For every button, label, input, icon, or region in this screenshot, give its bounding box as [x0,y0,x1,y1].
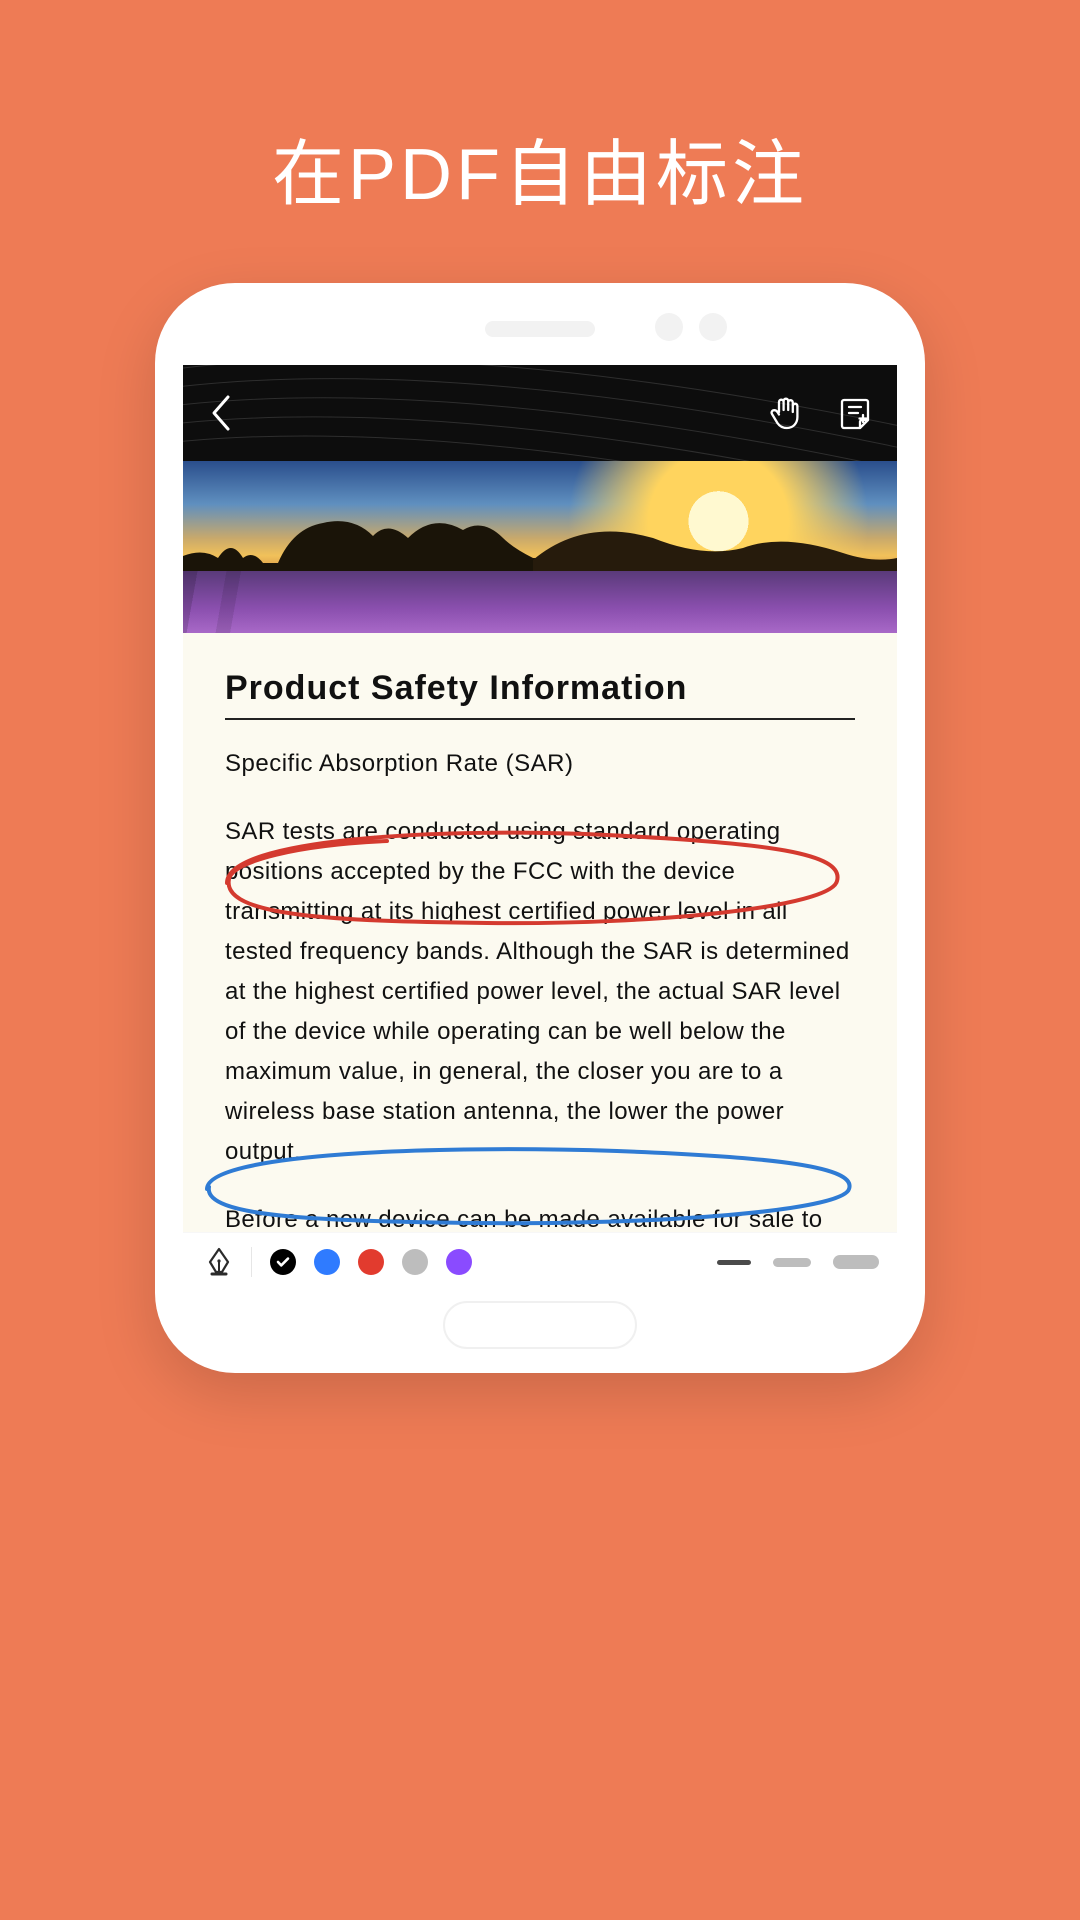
stroke-thin[interactable] [717,1260,751,1265]
poster-background: 在PDF自由标注 [0,0,1080,1920]
hero-tree-silhouettes [183,508,897,578]
check-icon [275,1254,291,1270]
hand-pointing-icon [768,395,802,431]
chevron-left-icon [208,393,234,433]
app-header [183,365,897,461]
document-subtitle: Specific Absorption Rate (SAR) [225,744,855,784]
color-swatch-blue[interactable] [314,1249,340,1275]
annotation-toolbar [183,1232,897,1291]
stroke-medium[interactable] [773,1258,811,1267]
toolbar-divider [251,1247,252,1277]
phone-speaker-slot [485,321,595,337]
fountain-pen-icon [205,1247,233,1277]
document-page[interactable]: Product Safety Information Specific Abso… [183,633,897,1279]
stroke-width-options [717,1255,879,1269]
document-title: Product Safety Information [225,669,855,708]
color-swatch-black[interactable] [270,1249,296,1275]
poster-title: 在PDF自由标注 [0,115,1080,220]
phone-mockup: Product Safety Information Specific Abso… [155,283,925,1373]
app-screen: Product Safety Information Specific Abso… [183,365,897,1291]
document-paragraph-1: SAR tests are conducted using standard o… [225,812,855,1172]
color-swatch-red[interactable] [358,1249,384,1275]
pen-tool-button[interactable] [201,1244,237,1280]
phone-sensor-dot [699,313,727,341]
color-swatches [270,1249,472,1275]
phone-home-button [443,1301,637,1349]
add-note-button[interactable] [825,365,885,461]
phone-camera-dot [655,313,683,341]
color-swatch-purple[interactable] [446,1249,472,1275]
stroke-thick[interactable] [833,1255,879,1269]
document-hero-image [183,461,897,633]
note-add-icon [838,395,872,431]
back-button[interactable] [191,365,251,461]
color-swatch-grey[interactable] [402,1249,428,1275]
hand-tool-button[interactable] [755,365,815,461]
title-divider [225,718,855,720]
